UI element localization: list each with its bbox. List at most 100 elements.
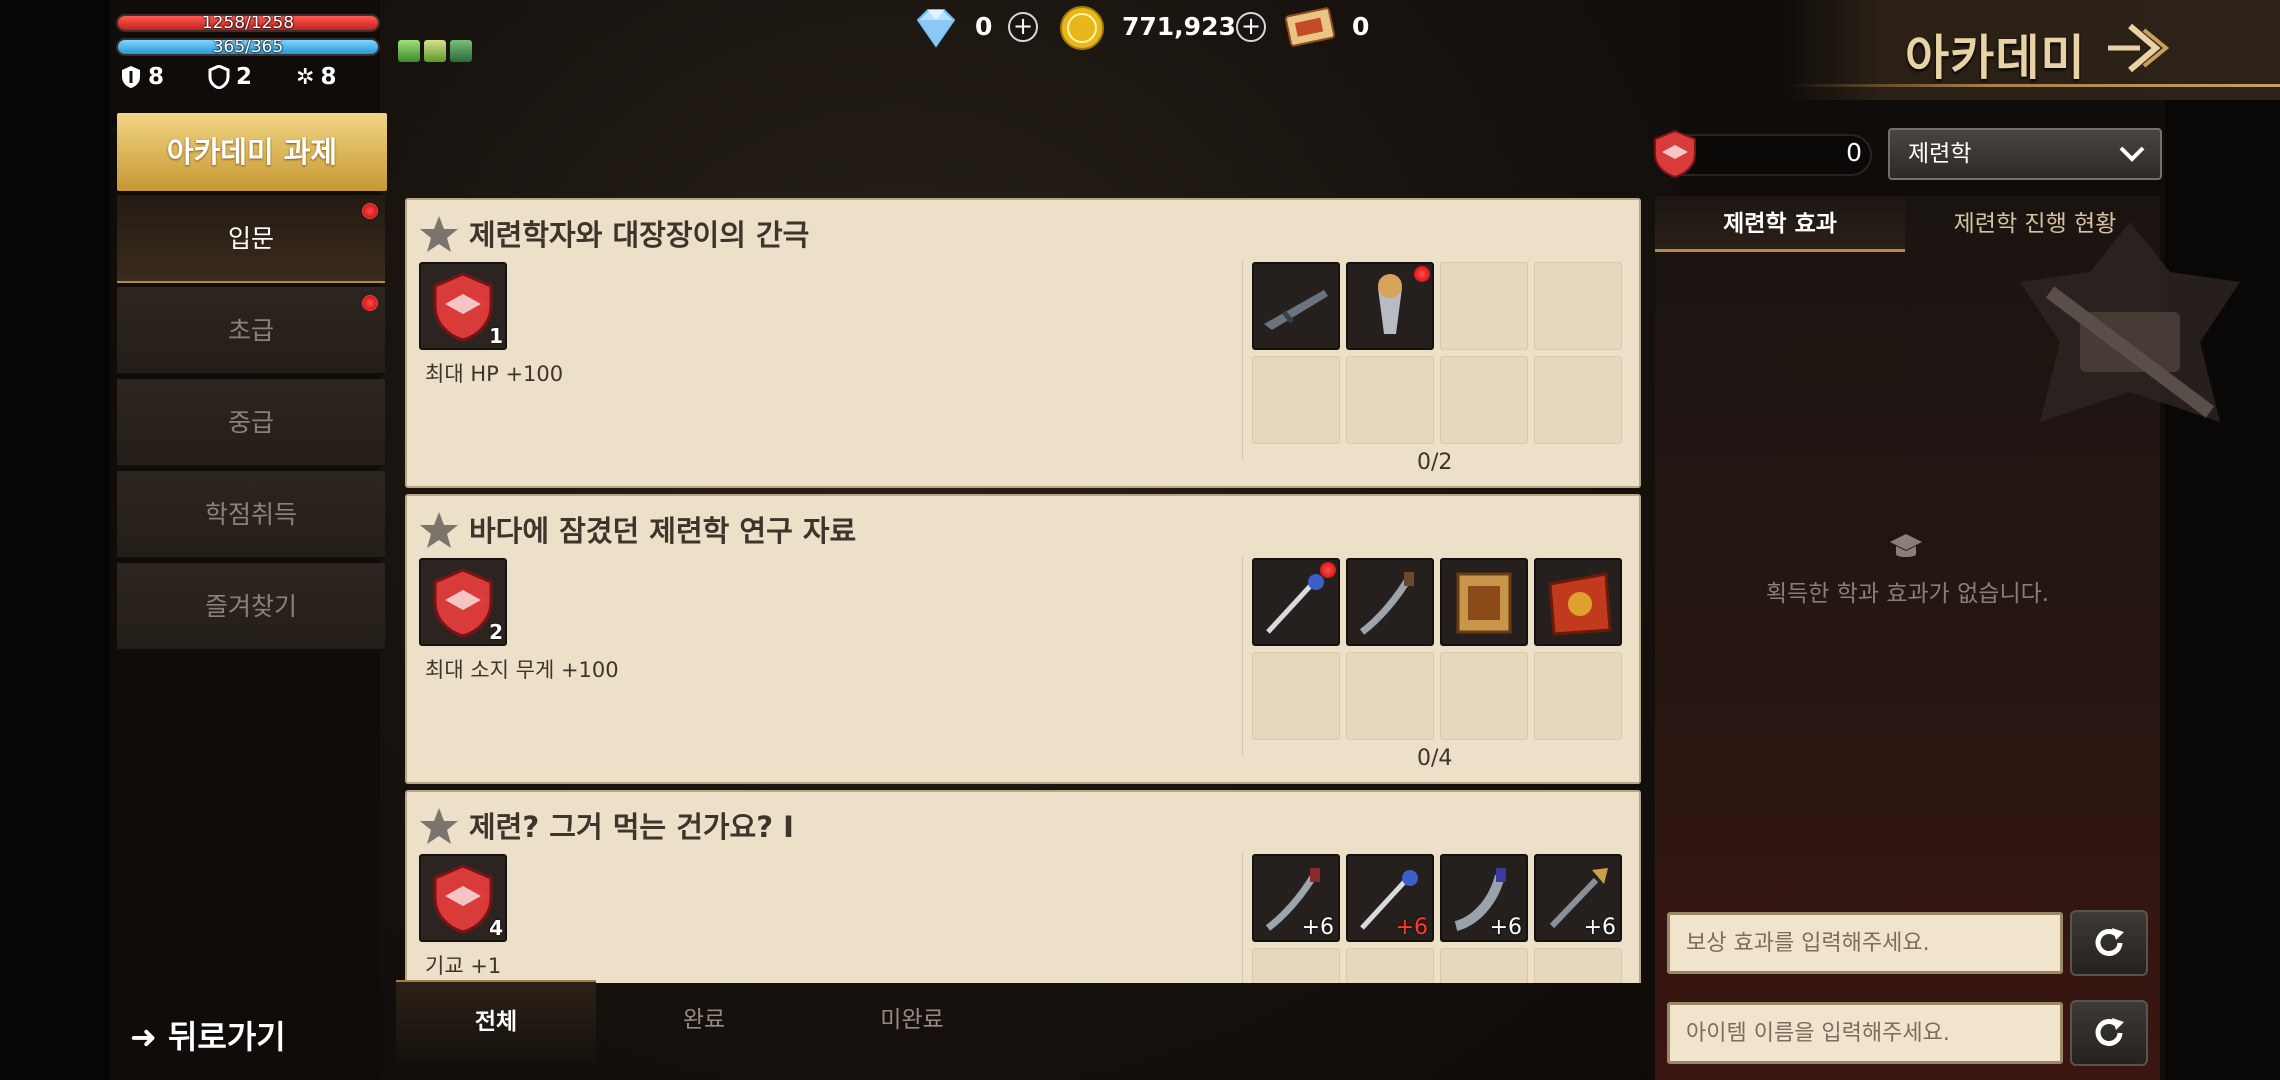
- item-slot-dagger[interactable]: +6: [1252, 854, 1340, 942]
- left-edge-background: [0, 0, 110, 1080]
- quest-reward-effect: 최대 HP +100: [425, 362, 564, 386]
- forge-emblem-icon: [2020, 222, 2240, 422]
- ticket-scroll-icon: [1284, 7, 1336, 47]
- quest-reward-count: 1: [489, 324, 503, 348]
- quest-progress: 0/2: [1417, 450, 1453, 475]
- stat-guard-value: 2: [236, 64, 253, 90]
- quest-reward-count: 4: [489, 916, 503, 940]
- stat-skill-value: 8: [320, 64, 337, 90]
- dagger-item-icon: [1359, 572, 1414, 635]
- quest-reward-count: 2: [489, 620, 503, 644]
- item-slot-rifle[interactable]: [1252, 262, 1340, 350]
- hp-bar: 1258/1258: [116, 14, 380, 32]
- tab-all[interactable]: 전체: [396, 980, 596, 1060]
- nav-item-elementary[interactable]: 초급: [117, 287, 385, 375]
- item-slot-pouch[interactable]: [1534, 558, 1622, 646]
- nav-item-credits[interactable]: 학점취득: [117, 471, 385, 559]
- buff-row: [398, 40, 472, 62]
- item-slot-empty: [1346, 356, 1434, 444]
- nav-item-elementary-notification-dot: [362, 295, 378, 311]
- empty-effect-message: 획득한 학과 효과가 없습니다.: [1765, 581, 2050, 607]
- favorite-star-icon[interactable]: [419, 510, 459, 550]
- tab-incomplete[interactable]: 미완료: [812, 980, 1012, 1060]
- tab-complete[interactable]: 완료: [604, 980, 804, 1060]
- favorite-star-icon[interactable]: [419, 806, 459, 846]
- tab-refining-progress[interactable]: 제련학 진행 현황: [1910, 196, 2160, 252]
- diamond-icon: [916, 9, 956, 48]
- category-select-value: 제련학: [1908, 141, 1972, 167]
- rifle-item-icon: [1264, 290, 1328, 330]
- quest-card[interactable]: 바다에 잠겼던 제련학 연구 자료 2 최대 소지 무게 +100 0/4: [405, 494, 1641, 784]
- quest-reward-badge: 1: [419, 262, 507, 350]
- mp-bar: 365/365: [116, 38, 380, 56]
- item-enhance-level: +6: [1301, 915, 1334, 940]
- back-button-label: 뒤로가기: [167, 1018, 286, 1056]
- stat-skill: ✲ 8: [296, 64, 336, 90]
- hp-text: 1258/1258: [201, 14, 295, 32]
- stat-defense-value: 8: [148, 64, 165, 90]
- item-search-refresh-button[interactable]: [2070, 1000, 2148, 1066]
- buff-2-icon[interactable]: [424, 40, 446, 62]
- item-slot-empty: [1534, 948, 1622, 983]
- back-button[interactable]: ➜ 뒤로가기: [130, 1012, 286, 1058]
- gold-coin-icon: [1060, 6, 1104, 50]
- pouch-item-icon: [1548, 572, 1612, 636]
- buff-1-icon[interactable]: [398, 40, 420, 62]
- tab-refining-effect[interactable]: 제련학 효과: [1655, 196, 1905, 252]
- chevron-down-icon: [2119, 146, 2145, 162]
- item-enhance-level: +6: [1583, 915, 1616, 940]
- item-slot-rapier[interactable]: [1252, 558, 1340, 646]
- item-slot-kukri[interactable]: +6: [1440, 854, 1528, 942]
- nav-item-beginner[interactable]: 입문: [117, 195, 385, 283]
- quest-card[interactable]: 제련학자와 대장장이의 간극 1 최대 HP +100 0/2: [405, 198, 1641, 488]
- stat-guard: 2: [208, 64, 252, 90]
- item-slot-rapier[interactable]: +6: [1346, 854, 1434, 942]
- defense-shield-icon: [122, 66, 140, 88]
- quest-title: 바다에 잠겼던 제련학 연구 자료: [469, 514, 857, 548]
- quest-title: 제련학자와 대장장이의 간극: [469, 218, 810, 252]
- quest-list[interactable]: 제련학자와 대장장이의 간극 1 최대 HP +100 0/2 바다에 잠겼던 …: [405, 198, 1641, 983]
- quest-reward-badge: 4: [419, 854, 507, 942]
- item-slot-empty: [1440, 652, 1528, 740]
- reward-search-refresh-button[interactable]: [2070, 910, 2148, 976]
- add-diamond-button[interactable]: +: [1008, 12, 1038, 42]
- back-arrow-icon: ➜: [130, 1018, 157, 1056]
- quest-reward-effect: 최대 소지 무게 +100: [425, 658, 619, 682]
- quest-card[interactable]: 제련? 그거 먹는 건가요? Ⅰ 4 기교 +1 +6 +6 +6 +6: [405, 790, 1641, 983]
- quest-title: 제련? 그거 먹는 건가요? Ⅰ: [469, 810, 794, 844]
- item-new-dot: [1414, 266, 1430, 282]
- guard-icon: [208, 65, 230, 89]
- category-select[interactable]: 제련학: [1888, 128, 2162, 180]
- item-slot-empty: [1440, 948, 1528, 983]
- graduation-cap-icon: [1890, 534, 1922, 557]
- item-slot-spear[interactable]: +6: [1534, 854, 1622, 942]
- exit-arrow-icon[interactable]: [2100, 16, 2172, 80]
- item-enhance-level: +6: [1395, 915, 1428, 940]
- item-slot-empty: [1252, 948, 1340, 983]
- quest-reward-effect: 기교 +1: [425, 954, 502, 978]
- item-slot-drill[interactable]: [1346, 262, 1434, 350]
- scroll-item-icon: [1456, 572, 1512, 634]
- item-slot-empty: [1252, 652, 1340, 740]
- refresh-icon: [2095, 928, 2124, 956]
- nav-item-favorites[interactable]: 즐겨찾기: [117, 563, 385, 651]
- item-enhance-level: +6: [1489, 915, 1522, 940]
- item-slot-empty: [1346, 652, 1434, 740]
- add-gold-button[interactable]: +: [1236, 12, 1266, 42]
- item-slot-empty: [1346, 948, 1434, 983]
- page-title: 아카데미: [1905, 30, 2086, 86]
- item-new-dot: [1320, 562, 1336, 578]
- item-slot-scroll[interactable]: [1440, 558, 1528, 646]
- item-name-search-input[interactable]: [1667, 1002, 2063, 1064]
- nav-item-intermediate[interactable]: 중급: [117, 379, 385, 467]
- reward-effect-search-input[interactable]: [1667, 912, 2063, 974]
- card-divider: [1242, 852, 1243, 983]
- stat-defense: 8: [120, 64, 164, 90]
- right-edge-background: [2165, 0, 2280, 1080]
- buff-3-icon[interactable]: [450, 40, 472, 62]
- academy-badge-icon: [1654, 129, 1696, 179]
- favorite-star-icon[interactable]: [419, 214, 459, 254]
- item-slot-empty: [1534, 262, 1622, 350]
- refresh-icon: [2095, 1018, 2124, 1046]
- item-slot-dagger[interactable]: [1346, 558, 1434, 646]
